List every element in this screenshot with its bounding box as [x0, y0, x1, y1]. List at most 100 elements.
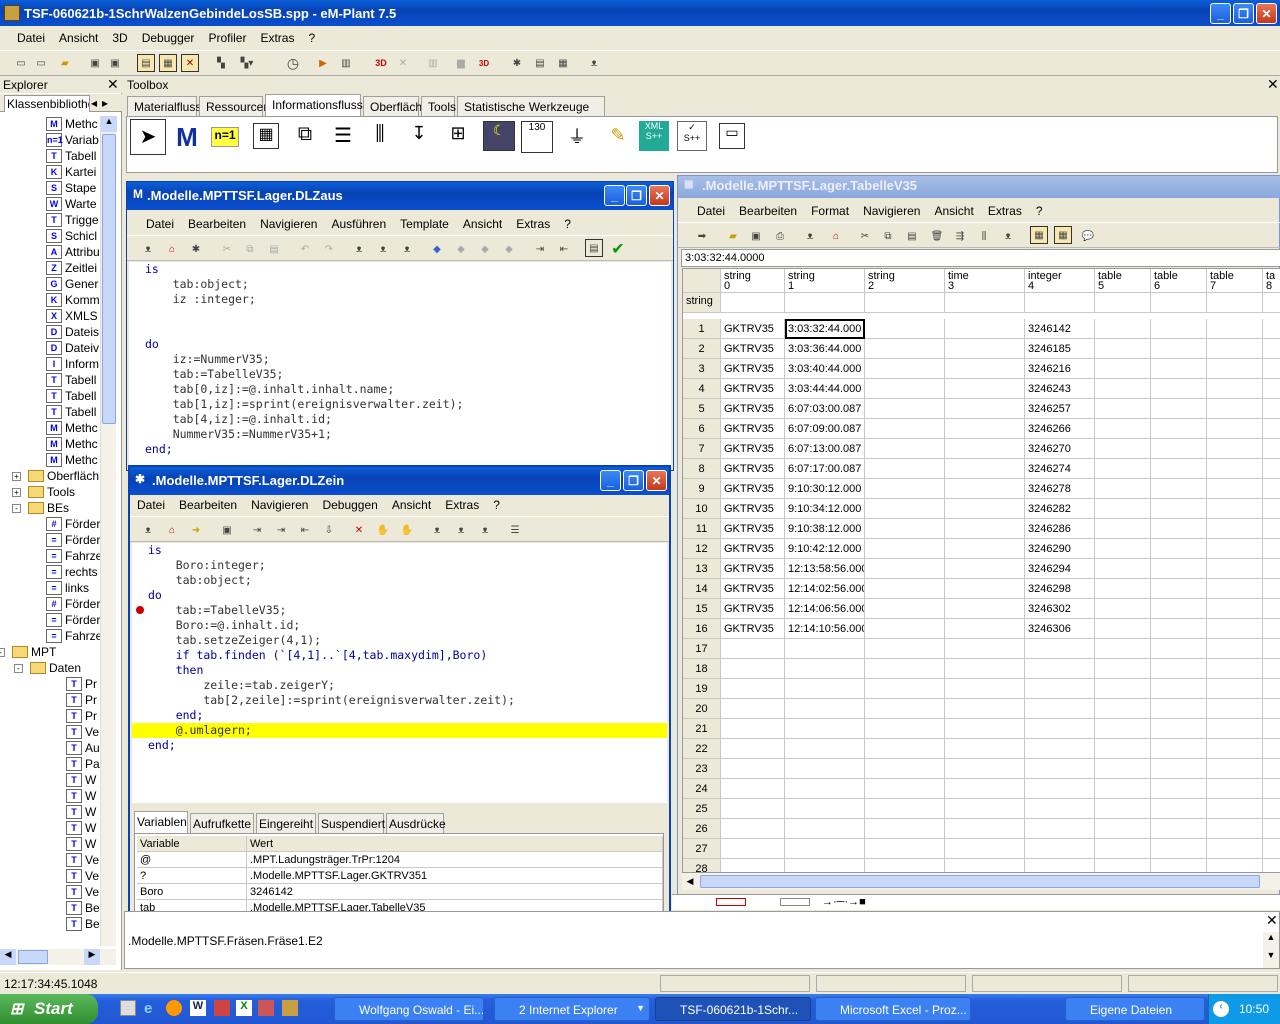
dlzein-code-editor[interactable]: is Boro:integer; tab:object; do tab:=Tabe…: [132, 543, 667, 803]
dlzaus-menu-6[interactable]: Extras: [509, 217, 557, 231]
table-cell[interactable]: [785, 859, 865, 872]
table-cell[interactable]: [1207, 859, 1263, 872]
table-cell[interactable]: 12:13:58:56.000: [785, 559, 865, 579]
table-cell[interactable]: 6:07:09:00.087: [785, 419, 865, 439]
breakpoint-icon[interactable]: [136, 606, 144, 614]
toggle-breakpoint-icon[interactable]: ✕: [350, 521, 368, 539]
table-cell[interactable]: GKTRV35: [721, 519, 785, 539]
variable-icon[interactable]: n=1: [211, 127, 239, 147]
table-cell[interactable]: [865, 859, 945, 872]
tree-item[interactable]: T Pa: [66, 756, 100, 772]
dlzein-menu-2[interactable]: Navigieren: [244, 498, 315, 512]
hand-icon[interactable]: ✋: [374, 521, 392, 539]
table-cell[interactable]: [1151, 679, 1207, 699]
table-cell[interactable]: [1207, 719, 1263, 739]
word-icon[interactable]: W: [190, 1000, 206, 1016]
row-number[interactable]: 7: [683, 439, 721, 459]
table-cell[interactable]: [1025, 659, 1095, 679]
table-cell[interactable]: [865, 819, 945, 839]
var-name[interactable]: @: [137, 852, 247, 868]
table-cell[interactable]: 3:03:32:44.000: [785, 319, 865, 339]
table-cell[interactable]: [945, 839, 1025, 859]
table-cell[interactable]: [785, 759, 865, 779]
paste-icon[interactable]: ▤: [265, 240, 283, 258]
tree-expander-icon[interactable]: +: [12, 487, 21, 497]
row-header-cell[interactable]: [1025, 293, 1095, 313]
tree-item[interactable]: D Dateiv: [46, 340, 99, 356]
row-header-cell[interactable]: [865, 293, 945, 313]
table-cell[interactable]: [785, 779, 865, 799]
tree-item[interactable]: = rechts: [46, 564, 98, 580]
scroll-up-icon[interactable]: ▲: [1263, 932, 1279, 948]
table-cell[interactable]: [1207, 699, 1263, 719]
table-cell[interactable]: [945, 359, 1025, 379]
table-cell[interactable]: [1263, 519, 1280, 539]
comm-socket-icon[interactable]: ⏚: [562, 123, 592, 151]
table-cell[interactable]: [865, 559, 945, 579]
tree-item[interactable]: T Trigge: [46, 212, 99, 228]
table-cell[interactable]: [1095, 519, 1151, 539]
3d-log-icon[interactable]: 3D: [475, 54, 493, 72]
table-cell[interactable]: 3246278: [1025, 479, 1095, 499]
table-cell[interactable]: [1207, 339, 1263, 359]
outdent-icon[interactable]: ⇤: [555, 240, 573, 258]
table-cell[interactable]: [865, 439, 945, 459]
maximize-button[interactable]: ❐: [1233, 3, 1254, 24]
table-cell[interactable]: [1263, 779, 1280, 799]
event-controller-icon[interactable]: ▶: [314, 54, 332, 72]
main-menu-6[interactable]: ?: [301, 31, 322, 45]
tree-item[interactable]: = links: [46, 580, 89, 596]
table-cell[interactable]: [1207, 439, 1263, 459]
table-cell[interactable]: [1263, 399, 1280, 419]
tree-item[interactable]: T Tabell: [46, 148, 96, 164]
taskbar-button-eigene-dateien[interactable]: Eigene Dateien: [1065, 997, 1205, 1021]
find-next-icon[interactable]: ᴥ: [452, 521, 470, 539]
app-icon[interactable]: [214, 1000, 230, 1016]
table-cell[interactable]: [785, 799, 865, 819]
close-icon[interactable]: ✕: [107, 76, 119, 93]
template-icon[interactable]: ▤: [585, 239, 603, 257]
step-into-icon[interactable]: ⇥: [248, 521, 266, 539]
table-cell[interactable]: GKTRV35: [721, 399, 785, 419]
row-number[interactable]: 17: [683, 639, 721, 659]
table-cell[interactable]: [1025, 859, 1095, 872]
table-cell[interactable]: [1151, 819, 1207, 839]
table-cell[interactable]: GKTRV35: [721, 559, 785, 579]
table-cell[interactable]: [1263, 559, 1280, 579]
dlzaus-menu-0[interactable]: Datei: [139, 217, 181, 231]
table-cell[interactable]: [945, 779, 1025, 799]
table-cell[interactable]: [1263, 599, 1280, 619]
table-cell[interactable]: [1025, 819, 1095, 839]
table-cell[interactable]: GKTRV35: [721, 339, 785, 359]
tree-item[interactable]: - BEs: [12, 500, 69, 516]
tools-icon[interactable]: ✕: [181, 54, 199, 72]
table-cell[interactable]: [721, 639, 785, 659]
tree-item[interactable]: K Kartei: [46, 164, 96, 180]
table-cell[interactable]: 3246266: [1025, 419, 1095, 439]
tree-item[interactable]: A Attribu: [46, 244, 100, 260]
clock-icon[interactable]: ◷: [284, 54, 302, 72]
row-number[interactable]: 27: [683, 839, 721, 859]
row-number[interactable]: 9: [683, 479, 721, 499]
table-cell[interactable]: [1263, 639, 1280, 659]
table-cell[interactable]: [1151, 379, 1207, 399]
table-cell[interactable]: GKTRV35: [721, 319, 785, 339]
table-cell[interactable]: GKTRV35: [721, 379, 785, 399]
cut-icon[interactable]: ✂: [218, 240, 236, 258]
tree-item[interactable]: T Ve: [66, 884, 99, 900]
app-icon[interactable]: [166, 1000, 182, 1016]
row-number[interactable]: 5: [683, 399, 721, 419]
bookmark-clear-icon[interactable]: ◆: [500, 240, 518, 258]
open-icon[interactable]: ▰: [56, 54, 74, 72]
redo-icon[interactable]: ↷: [320, 240, 338, 258]
tab-scroll-right-icon[interactable]: ▸: [102, 96, 108, 110]
dlzein-menu-6[interactable]: ?: [486, 498, 507, 512]
table-cell[interactable]: [1095, 659, 1151, 679]
tree-item[interactable]: T Pr: [66, 708, 97, 724]
table-cell[interactable]: [1263, 459, 1280, 479]
table-cell[interactable]: [1207, 319, 1263, 339]
tree-item[interactable]: W Warte: [46, 196, 97, 212]
table-cell[interactable]: 3246274: [1025, 459, 1095, 479]
table-cell[interactable]: [865, 479, 945, 499]
table-cell[interactable]: [1263, 699, 1280, 719]
